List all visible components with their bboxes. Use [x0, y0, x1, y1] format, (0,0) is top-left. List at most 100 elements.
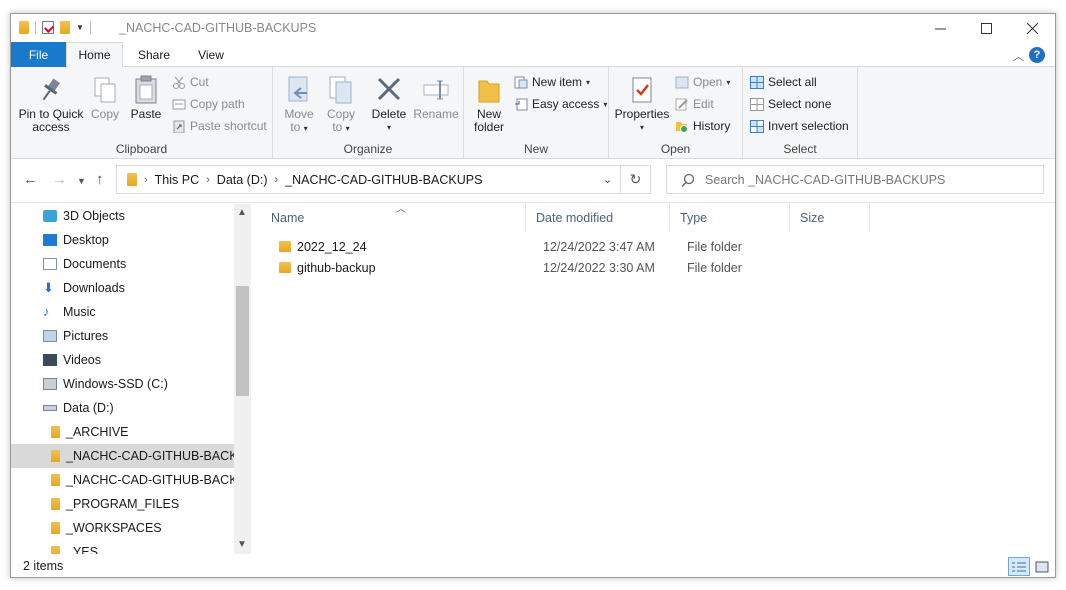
- paste-button[interactable]: Paste: [127, 75, 165, 121]
- breadcrumb-separator-icon[interactable]: ›: [206, 174, 210, 186]
- rename-button[interactable]: Rename: [413, 75, 459, 121]
- large-icons-view-icon: [1035, 561, 1049, 572]
- new-folder-quick-icon[interactable]: [60, 21, 70, 34]
- organize-group-label: Organize: [343, 142, 393, 156]
- paste-shortcut-button[interactable]: Paste shortcut: [172, 119, 267, 133]
- details-view-button[interactable]: [1008, 557, 1030, 576]
- copy-icon: [91, 75, 119, 105]
- quick-access-toolbar: ▼: [19, 21, 91, 34]
- open-label: Open: [693, 75, 723, 89]
- maximize-button[interactable]: [963, 14, 1009, 42]
- file-name-cell[interactable]: 2022_12_24: [279, 236, 519, 257]
- copy-to-button[interactable]: Copy to ▾: [323, 75, 359, 135]
- paste-icon: [132, 75, 160, 105]
- nav-item[interactable]: _YES: [11, 540, 235, 554]
- delete-button[interactable]: Delete ▾: [367, 75, 411, 134]
- breadcrumb-current-folder[interactable]: _NACHC-CAD-GITHUB-BACKUPS: [285, 173, 482, 187]
- nav-item[interactable]: Data (D:): [11, 396, 235, 420]
- address-bar[interactable]: › This PC › Data (D:) › _NACHC-CAD-GITHU…: [116, 165, 621, 194]
- new-group: New folder New item ▾ Easy access ▾ New: [464, 67, 609, 159]
- tab-share[interactable]: Share: [123, 42, 185, 67]
- nav-item[interactable]: Documents: [11, 252, 235, 276]
- refresh-button[interactable]: ↻: [621, 165, 651, 194]
- collapse-ribbon-icon[interactable]: ︿: [1013, 48, 1024, 64]
- column-header-name[interactable]: Name: [261, 204, 526, 232]
- history-button[interactable]: History: [675, 119, 730, 133]
- select-none-button[interactable]: Select none: [750, 97, 831, 111]
- nav-item[interactable]: _PROGRAM_FILES: [11, 492, 235, 516]
- breadcrumb-separator-icon[interactable]: ›: [144, 174, 148, 186]
- pin-to-quick-access-button[interactable]: Pin to Quick access: [17, 75, 85, 134]
- new-item-button[interactable]: New item ▾: [514, 75, 590, 89]
- nav-item[interactable]: ♪ Music: [11, 300, 235, 324]
- file-row[interactable]: github-backup 12/24/2022 3:30 AM File fold…: [261, 257, 1055, 278]
- drive-c-icon: [43, 378, 57, 390]
- nav-item[interactable]: ⬇ Downloads: [11, 276, 235, 300]
- properties-button[interactable]: Properties ▾: [613, 75, 671, 134]
- divider: [89, 21, 91, 34]
- scrollbar-thumb[interactable]: [236, 286, 249, 396]
- copy-path-button[interactable]: Copy path: [172, 97, 245, 111]
- nav-item-label: Music: [63, 305, 96, 319]
- new-item-label: New item: [532, 75, 583, 89]
- nav-item[interactable]: _WORKSPACES: [11, 516, 235, 540]
- drive-d-icon: [43, 405, 57, 411]
- up-button[interactable]: ↑: [96, 171, 104, 188]
- address-dropdown-icon[interactable]: ⌄: [603, 173, 612, 186]
- nav-item[interactable]: _ARCHIVE: [11, 420, 235, 444]
- file-list: ︿ Name Date modified Type Size 2022_12_2…: [261, 204, 1055, 554]
- new-folder-button[interactable]: New folder: [470, 75, 508, 134]
- file-name-cell[interactable]: github-backup: [279, 257, 519, 278]
- minimize-button[interactable]: [917, 14, 963, 42]
- dropdown-icon: ▾: [726, 77, 731, 87]
- cut-button[interactable]: Cut: [172, 75, 209, 89]
- tab-file[interactable]: File: [11, 42, 66, 67]
- refresh-icon: ↻: [629, 171, 642, 187]
- forward-button[interactable]: →: [52, 171, 67, 188]
- nav-item[interactable]: Pictures: [11, 324, 235, 348]
- easy-access-button[interactable]: Easy access ▾: [514, 97, 607, 111]
- properties-quick-icon[interactable]: [42, 21, 54, 34]
- column-header-size[interactable]: Size: [790, 204, 870, 232]
- open-button[interactable]: Open ▾: [675, 75, 730, 89]
- help-icon[interactable]: ?: [1029, 47, 1045, 63]
- scroll-up-icon[interactable]: ▲: [237, 207, 247, 218]
- copy-button[interactable]: Copy: [87, 75, 123, 121]
- nav-item[interactable]: Videos: [11, 348, 235, 372]
- invert-selection-button[interactable]: Invert selection: [750, 119, 849, 133]
- column-header-date-modified[interactable]: Date modified: [526, 204, 670, 232]
- history-icon: [675, 120, 689, 133]
- close-button[interactable]: [1009, 14, 1055, 42]
- nav-item[interactable]: _NACHC-CAD-GITHUB-BACKUPS: [11, 444, 235, 468]
- search-input[interactable]: Search _NACHC-CAD-GITHUB-BACKUPS: [666, 165, 1044, 194]
- breadcrumb-separator-icon[interactable]: ›: [275, 174, 279, 186]
- status-bar: 2 items: [11, 554, 1055, 578]
- breadcrumb-data-d[interactable]: Data (D:): [217, 173, 268, 187]
- move-to-button[interactable]: Move to ▾: [281, 75, 317, 135]
- nav-scrollbar[interactable]: ▲ ▼: [234, 204, 251, 554]
- breadcrumb-this-pc[interactable]: This PC: [155, 173, 199, 187]
- tab-home[interactable]: Home: [66, 42, 123, 68]
- open-group: Properties ▾ Open ▾ Edit History Open: [609, 67, 743, 159]
- copy-path-icon: [172, 98, 186, 111]
- easy-access-icon: [514, 98, 528, 111]
- recent-locations-button[interactable]: ▼: [77, 176, 86, 186]
- nav-item[interactable]: Desktop: [11, 228, 235, 252]
- back-button[interactable]: ←: [23, 171, 38, 188]
- large-icons-view-button[interactable]: [1031, 557, 1053, 576]
- file-name: 2022_12_24: [297, 239, 367, 254]
- tab-view[interactable]: View: [185, 42, 237, 67]
- file-row[interactable]: 2022_12_24 12/24/2022 3:47 AM File folder: [261, 236, 1055, 257]
- nav-item[interactable]: Windows-SSD (C:): [11, 372, 235, 396]
- file-size: [807, 236, 877, 257]
- nav-item[interactable]: 3D Objects: [11, 204, 235, 228]
- edit-button[interactable]: Edit: [675, 97, 714, 111]
- column-header-type[interactable]: Type: [670, 204, 790, 232]
- nav-item[interactable]: _NACHC-CAD-GITHUB-BACKUPS: [11, 468, 235, 492]
- select-all-icon: [750, 75, 764, 89]
- scroll-down-icon[interactable]: ▼: [237, 539, 247, 550]
- folder-icon: [51, 426, 60, 438]
- select-all-button[interactable]: Select all: [750, 75, 817, 89]
- customize-toolbar-dropdown[interactable]: ▼: [76, 23, 84, 32]
- easy-access-label: Easy access: [532, 97, 600, 111]
